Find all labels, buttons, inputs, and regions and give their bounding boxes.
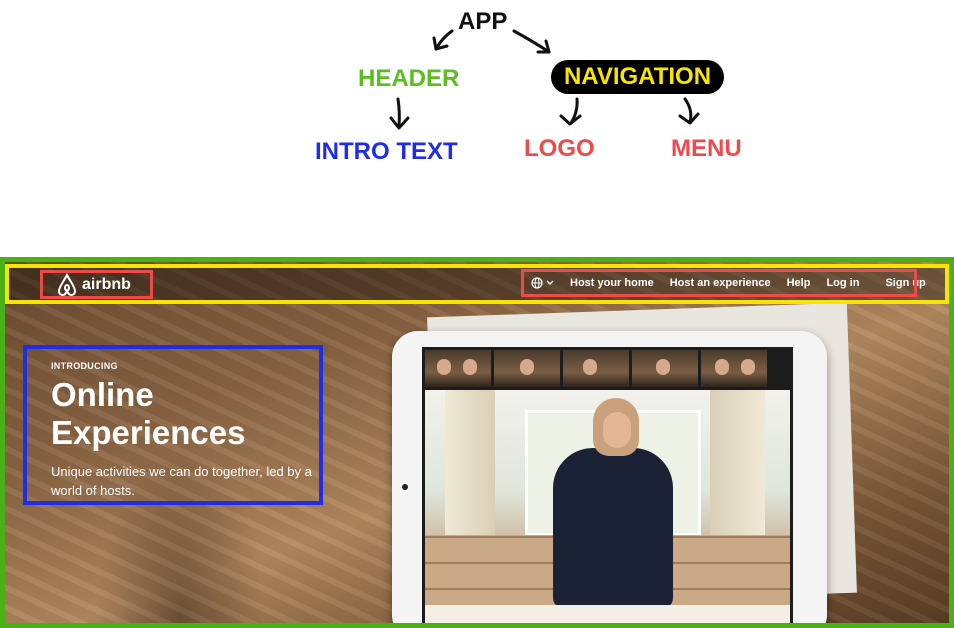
tree-arrows <box>389 29 700 130</box>
arrow-header-to-intro <box>396 97 401 128</box>
app-screenshot: airbnb Host your home Host an experience… <box>0 257 954 628</box>
arrow-navigation-to-menu-head <box>678 112 700 125</box>
menu-outline <box>521 269 917 297</box>
logo-outline <box>40 270 153 299</box>
arrow-navigation-to-logo-head <box>559 114 582 126</box>
intro-text-outline <box>23 345 323 505</box>
arrow-app-to-navigation <box>512 29 551 54</box>
